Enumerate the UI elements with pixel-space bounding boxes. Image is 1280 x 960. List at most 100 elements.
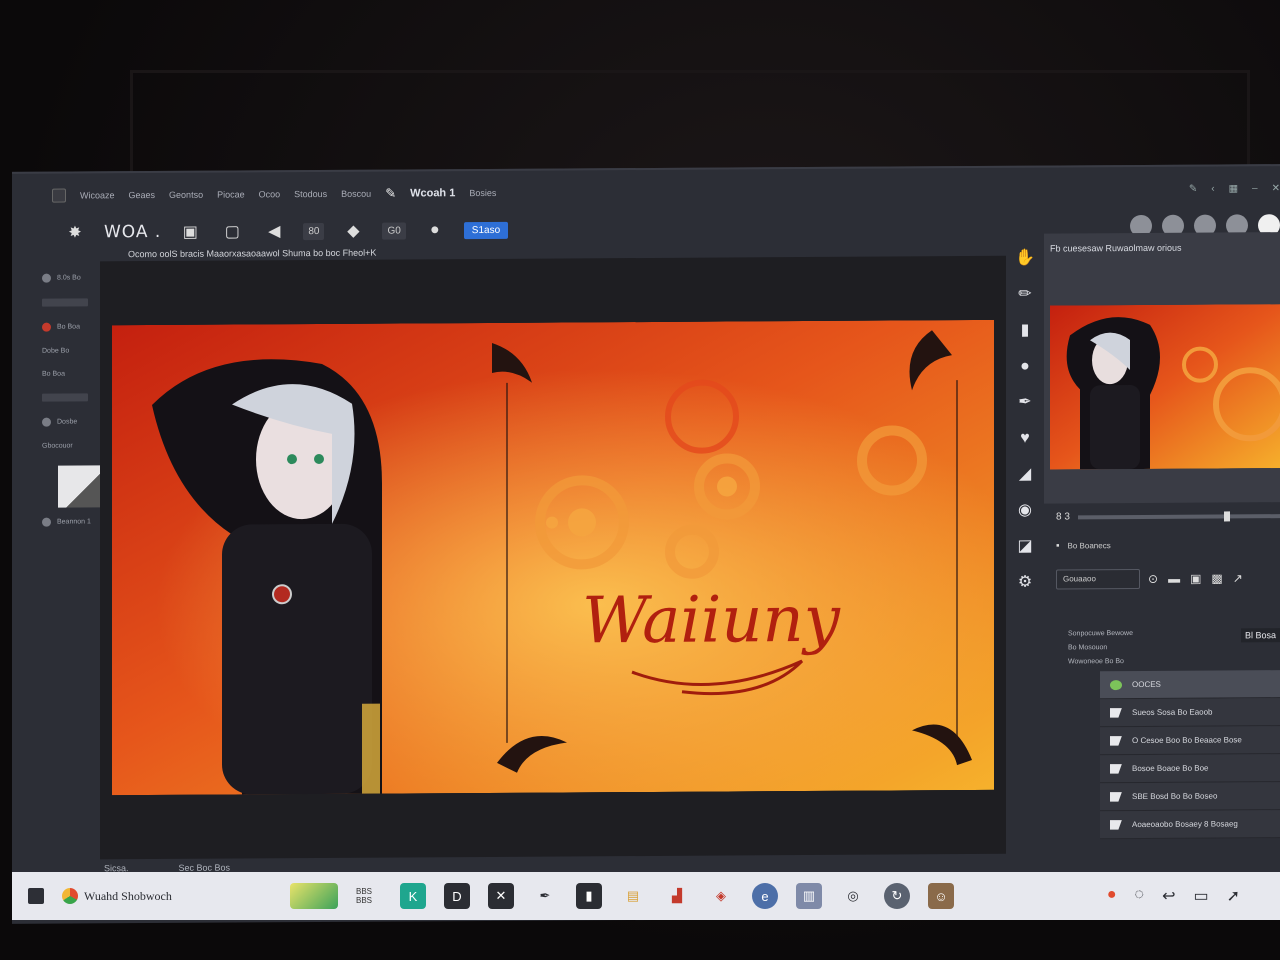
gear-icon[interactable]: ⚙ [1014, 572, 1036, 594]
slider-knob[interactable] [1224, 510, 1230, 521]
brush-icon[interactable]: ✒ [1014, 392, 1036, 414]
tool-label: Dobe Bo [42, 347, 70, 355]
arrow-icon[interactable]: ◀ [261, 218, 287, 244]
navigator-title: Fb cuesesaw Ruwaolmaw orious [1050, 242, 1182, 254]
layer-icon [1110, 792, 1122, 802]
navigator-preview [1050, 304, 1280, 470]
blend-mode-select[interactable]: Gouaaoo [1056, 568, 1140, 590]
layers-panel: 8 3 ▪ Bo Boanecs Gouaaoo ⊙ ▬ ▣ ▩ ↗ Sonpo… [1056, 510, 1280, 851]
menu-item[interactable]: Boscou [341, 189, 371, 199]
layer-icon [1110, 764, 1122, 774]
circle-icon[interactable]: ● [1014, 356, 1036, 378]
airbrush-icon[interactable]: ● [422, 217, 448, 243]
menu-item[interactable]: Piocae [217, 189, 245, 199]
system-tray: ● ◌ ↩ ▭ ➚ [1107, 886, 1280, 906]
fx-icon[interactable]: ▩ [1211, 571, 1222, 585]
link-icon[interactable]: ⊙ [1148, 572, 1158, 586]
heart-icon[interactable]: ♥ [1014, 428, 1036, 450]
tool-dot-icon [42, 417, 51, 427]
window-icon[interactable]: ▭ [1193, 886, 1208, 906]
layer-item[interactable]: OOCES [1100, 669, 1280, 700]
setting-b[interactable]: G0 [382, 221, 406, 240]
pencil-icon[interactable]: ✏ [1014, 284, 1036, 306]
monitor-screen: Wicoaze Geaes Geontso Piocae Ocoo Stodou… [12, 164, 1280, 924]
stamp-icon[interactable]: ◉ [1014, 500, 1036, 522]
layer-item[interactable]: O Cesoe Boo Bo Beaace Bose [1100, 725, 1280, 756]
anime-thumbnail-icon[interactable] [290, 883, 338, 909]
sync-icon[interactable]: ↻ [884, 883, 910, 909]
mask-icon[interactable]: ▬ [1168, 572, 1180, 586]
brush-name[interactable]: WOA . [104, 222, 161, 242]
close-icon[interactable]: ✕ [1272, 183, 1280, 194]
tool-slider[interactable] [42, 298, 88, 307]
start-button[interactable] [28, 888, 44, 904]
eraser-icon[interactable]: ◢ [1014, 464, 1036, 486]
menu-item[interactable]: Wicoaze [80, 190, 115, 200]
opacity-slider[interactable] [1077, 510, 1280, 521]
menu-item[interactable]: Geontso [169, 190, 203, 200]
terminal-icon[interactable]: ▮ [576, 883, 602, 909]
tool-label: 8.0s Bo [57, 274, 81, 282]
app-logo-icon[interactable] [52, 188, 66, 203]
wifi-icon[interactable]: ◌ [1135, 886, 1145, 906]
window-controls: ✎ ‹ ▦ – ✕ [1189, 183, 1280, 195]
brush-icon[interactable]: ✎ [385, 186, 396, 202]
edge-icon[interactable]: e [752, 883, 778, 909]
artwork-script-text: Waiiuny [582, 583, 841, 659]
folder-icon[interactable]: ▣ [1190, 572, 1201, 586]
folder-icon[interactable]: ▤ [620, 883, 646, 909]
splatter-brush-icon[interactable]: ✸ [62, 219, 88, 245]
layer-item[interactable]: SBE Bosd Bo Bo Boseo [1100, 781, 1280, 812]
taskbar-search[interactable]: Wuahd Shobwoch [62, 888, 272, 904]
tool-dot-icon [42, 273, 51, 283]
store-icon[interactable]: ▥ [796, 883, 822, 909]
rectangle-icon[interactable]: ▮ [1014, 320, 1036, 342]
pen-tool-icon[interactable]: ✒ [532, 883, 558, 909]
canvas-area[interactable]: Waiiuny [100, 255, 1006, 860]
chart-app-icon[interactable]: ▟ [664, 883, 690, 909]
tool-dot-icon [42, 517, 51, 527]
mode-button[interactable]: S1aso [463, 221, 509, 239]
flow-icon[interactable]: ◆ [340, 218, 366, 244]
props-badge[interactable]: Bl Bosa [1240, 628, 1280, 643]
layer-item[interactable]: Sueos Sosa Bo Eaoob [1100, 697, 1280, 728]
menu-extra[interactable]: Bosies [469, 188, 496, 198]
lock-icon[interactable]: ▪ [1056, 540, 1060, 551]
dark-app-icon[interactable]: D [444, 883, 470, 909]
grid-icon[interactable]: ▦ [1229, 183, 1238, 194]
layer-icon [1110, 679, 1122, 690]
color-dot-icon [42, 322, 51, 332]
back-icon[interactable]: ‹ [1211, 183, 1214, 194]
prop-line: Sonpocuwe Bewowe [1068, 630, 1133, 638]
tool-slider[interactable] [42, 393, 88, 402]
layer-name: O Cesoe Boo Bo Beaace Bose [1132, 735, 1242, 746]
layer-properties: Sonpocuwe Bewowe Bo Mosouon Wowoneoe Bo … [1068, 627, 1133, 669]
menu-item[interactable]: Stodous [294, 189, 327, 199]
teal-app-icon[interactable]: K [400, 883, 426, 909]
hand-icon[interactable]: ✋ [1014, 248, 1036, 270]
artwork[interactable]: Waiiuny [112, 319, 994, 796]
new-layer-icon[interactable]: ↗ [1233, 571, 1243, 585]
navigator-thumbnail[interactable] [1050, 304, 1280, 470]
back-arrow-icon[interactable]: ↩ [1162, 886, 1175, 906]
brush-preset-icon[interactable]: ▣ [177, 219, 203, 245]
bucket-icon[interactable]: ◪ [1014, 536, 1036, 558]
pen-icon[interactable]: ✎ [1189, 183, 1197, 194]
layer-item[interactable]: Aoaeoaobo Bosaey 8 Bosaeg [1100, 809, 1280, 840]
color-swatch[interactable] [58, 465, 100, 508]
frame-icon[interactable]: ▢ [219, 218, 245, 244]
document-name[interactable]: Wcoah 1 [410, 187, 455, 199]
menu-item[interactable]: Geaes [129, 190, 156, 200]
send-icon[interactable]: ➚ [1227, 886, 1240, 906]
blend-label-row: ▪ Bo Boanecs [1056, 539, 1280, 551]
paint-app-icon[interactable]: ◈ [708, 883, 734, 909]
layer-item[interactable]: Bosoe Boaoe Bo Boe [1100, 753, 1280, 784]
avatar-icon[interactable]: ☺ [928, 883, 954, 909]
chrome-icon[interactable]: ● [1107, 886, 1117, 906]
minimize-icon[interactable]: – [1252, 183, 1258, 194]
editor-app-icon[interactable]: ✕ [488, 883, 514, 909]
steam-icon[interactable]: ◎ [840, 883, 866, 909]
taskbar-app-label[interactable]: BBS BBS [356, 887, 382, 905]
setting-a[interactable]: 80 [303, 222, 325, 240]
menu-item[interactable]: Ocoo [259, 189, 281, 199]
